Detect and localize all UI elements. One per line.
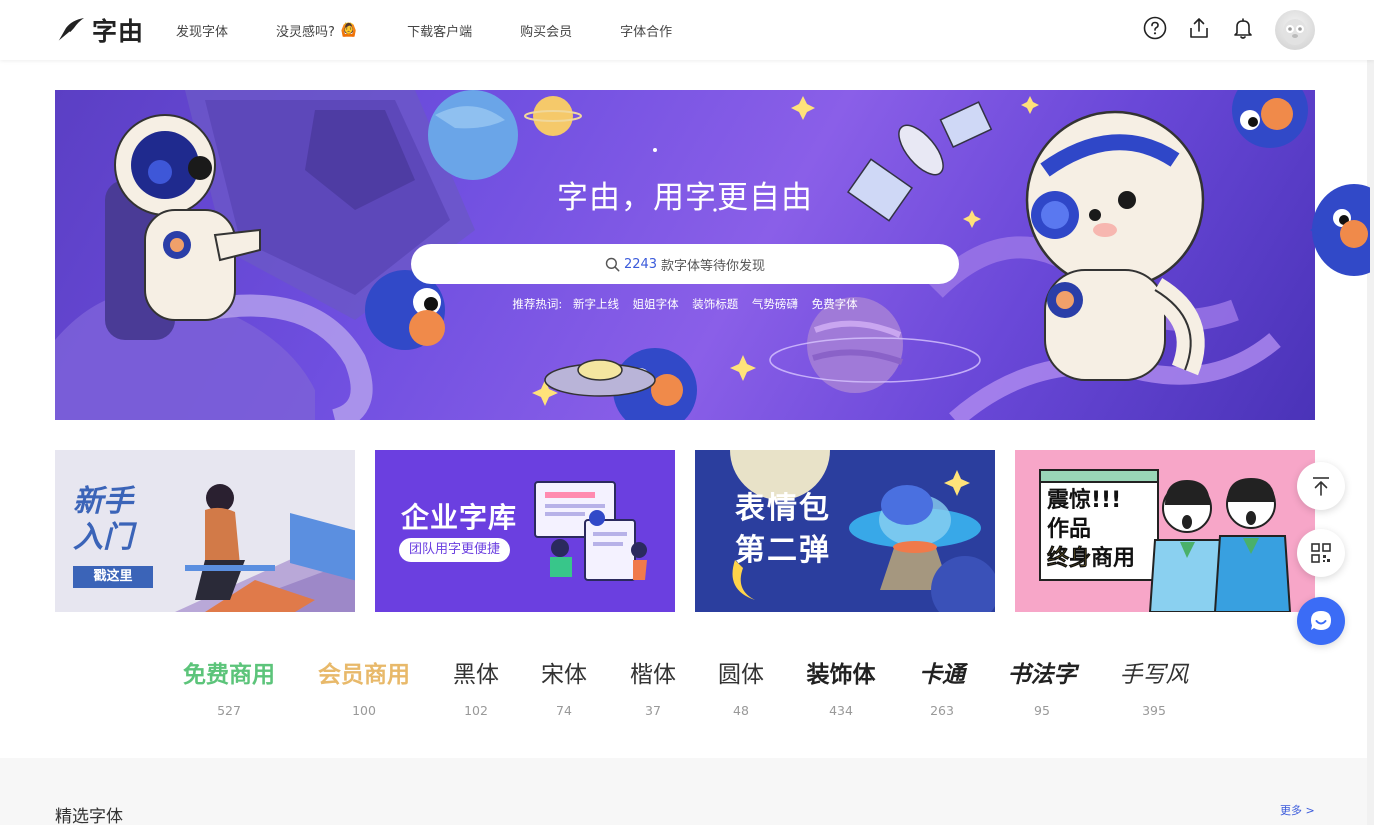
hero-banner: 字由，用字更自由 2243 款字体等待你发现 推荐热词: 新字上线 姐姐字体 装… bbox=[55, 90, 1315, 420]
search-icon bbox=[605, 257, 620, 271]
nav-font-cooperation[interactable]: 字体合作 bbox=[620, 21, 672, 40]
chat-icon bbox=[1311, 611, 1331, 630]
back-to-top-button[interactable] bbox=[1297, 462, 1345, 510]
category-name: 书法字 bbox=[1007, 661, 1077, 688]
back-to-top-icon bbox=[1313, 477, 1329, 496]
card-title-line: 入门 bbox=[73, 520, 133, 555]
category-yuanti[interactable]: 圆体 48 bbox=[711, 655, 771, 718]
avatar[interactable] bbox=[1275, 10, 1315, 50]
category-kaiti[interactable]: 楷体 37 bbox=[623, 655, 683, 718]
featured-fonts-section: 精选字体 更多 > bbox=[0, 758, 1367, 827]
category-count: 37 bbox=[645, 703, 661, 718]
nav-download-client[interactable]: 下载客户端 bbox=[407, 21, 472, 40]
category-name: 楷体 bbox=[630, 662, 676, 688]
hot-word[interactable]: 新字上线 bbox=[573, 297, 619, 311]
hot-words-label: 推荐热词: bbox=[512, 297, 563, 311]
category-name: 圆体 bbox=[718, 662, 764, 688]
category-songti[interactable]: 宋体 74 bbox=[534, 655, 594, 718]
hot-word[interactable]: 姐姐字体 bbox=[633, 297, 679, 311]
category-count: 102 bbox=[464, 703, 488, 718]
beginner-button[interactable]: 戳这里 bbox=[73, 566, 153, 588]
promo-card-enterprise[interactable]: 企业字库 团队用字更便捷 bbox=[375, 450, 675, 612]
category-calligraphy[interactable]: 书法字 95 bbox=[1001, 655, 1083, 718]
mascot-bird-icon bbox=[1310, 184, 1370, 276]
nav-inspiration[interactable]: 没灵感吗? 🙆 bbox=[276, 21, 357, 40]
highlight-text: 终身 bbox=[1047, 546, 1092, 572]
promo-card-emoji[interactable]: 表情包 第二弹 bbox=[695, 450, 995, 612]
category-name: 手写风 bbox=[1119, 662, 1189, 688]
person-gesture-icon: 🙆 bbox=[340, 22, 358, 38]
promo-cards: 新手 入门 戳这里 企业字库 团队用字更便捷 表情包 第二弹 震惊!!! 作品 … bbox=[55, 450, 1315, 612]
hot-word[interactable]: 装饰标题 bbox=[692, 297, 738, 311]
qrcode-icon bbox=[1311, 543, 1331, 563]
quill-icon bbox=[57, 18, 84, 43]
nav-buy-membership[interactable]: 购买会员 bbox=[520, 21, 572, 40]
more-link[interactable]: 更多 > bbox=[1280, 802, 1315, 818]
upload-icon[interactable] bbox=[1186, 15, 1212, 41]
main-nav: 发现字体 没灵感吗? 🙆 下载客户端 购买会员 字体合作 bbox=[176, 0, 720, 60]
category-name: 免费商用 bbox=[183, 662, 275, 688]
hero-title: 字由，用字更自由 bbox=[557, 180, 813, 216]
logo-text: 字由 bbox=[92, 17, 145, 46]
top-header: 字由 发现字体 没灵感吗? 🙆 下载客户端 购买会员 字体合作 bbox=[0, 0, 1374, 60]
category-name: 卡通 bbox=[919, 662, 965, 688]
bell-icon[interactable] bbox=[1230, 15, 1256, 41]
hot-word[interactable]: 免费字体 bbox=[812, 297, 858, 311]
card-title-line: 作品 bbox=[1047, 517, 1092, 542]
category-handwriting[interactable]: 手写风 395 bbox=[1113, 655, 1195, 718]
category-count: 95 bbox=[1034, 703, 1050, 718]
category-count: 434 bbox=[829, 703, 853, 718]
category-cartoon[interactable]: 卡通 263 bbox=[911, 655, 973, 718]
category-count: 263 bbox=[930, 703, 954, 718]
category-count: 74 bbox=[556, 703, 572, 718]
enterprise-subtitle: 团队用字更便捷 bbox=[399, 538, 511, 562]
chat-button[interactable] bbox=[1297, 597, 1345, 645]
logo[interactable]: 字由 bbox=[56, 12, 144, 48]
promo-card-commercial[interactable]: 震惊!!! 作品 终身商用 bbox=[1015, 450, 1315, 612]
card-title-line: 震惊!!! bbox=[1047, 488, 1122, 513]
category-decorative[interactable]: 装饰体 434 bbox=[799, 655, 883, 718]
nav-label: 购买会员 bbox=[520, 24, 573, 40]
card-title-line: 终身商用 bbox=[1047, 544, 1135, 573]
category-member-commercial[interactable]: 会员商用 100 bbox=[313, 655, 415, 718]
nav-label: 下载客户端 bbox=[407, 24, 473, 40]
category-count: 395 bbox=[1142, 703, 1166, 718]
nav-label: 字体合作 bbox=[620, 24, 673, 40]
section-title: 精选字体 bbox=[55, 807, 123, 827]
emoji-title: 表情包 第二弹 bbox=[735, 488, 831, 572]
category-name: 装饰体 bbox=[806, 662, 876, 688]
category-free-commercial[interactable]: 免费商用 527 bbox=[178, 655, 280, 718]
hot-word[interactable]: 气势磅礴 bbox=[752, 297, 798, 311]
search-placeholder: 款字体等待你发现 bbox=[661, 258, 766, 274]
font-search-input[interactable]: 2243 款字体等待你发现 bbox=[411, 244, 959, 284]
category-count: 48 bbox=[733, 703, 749, 718]
card-title-text: 商用 bbox=[1091, 546, 1136, 571]
help-icon[interactable] bbox=[1142, 15, 1168, 41]
card-title-line: 第二弹 bbox=[735, 533, 831, 568]
nav-label: 没灵感吗? bbox=[276, 24, 335, 40]
category-name: 黑体 bbox=[453, 662, 499, 688]
promo-card-beginner[interactable]: 新手 入门 戳这里 bbox=[55, 450, 355, 612]
category-count: 527 bbox=[217, 703, 241, 718]
qrcode-button[interactable] bbox=[1297, 529, 1345, 577]
font-count: 2243 bbox=[623, 256, 658, 272]
category-count: 100 bbox=[352, 703, 376, 718]
commercial-title: 震惊!!! 作品 终身商用 bbox=[1047, 486, 1135, 573]
font-categories: 免费商用 527 会员商用 100 黑体 102 宋体 74 楷体 37 圆体 … bbox=[0, 655, 1374, 725]
nav-discover-fonts[interactable]: 发现字体 bbox=[176, 21, 228, 40]
category-heiti[interactable]: 黑体 102 bbox=[446, 655, 506, 718]
card-title-line: 新手 bbox=[73, 484, 133, 519]
card-title-line: 表情包 bbox=[735, 491, 831, 526]
beginner-title: 新手 入门 bbox=[73, 484, 133, 556]
nav-label: 发现字体 bbox=[176, 24, 229, 40]
category-name: 宋体 bbox=[541, 662, 587, 688]
category-name: 会员商用 bbox=[318, 662, 410, 688]
hot-words: 推荐热词: 新字上线 姐姐字体 装饰标题 气势磅礴 免费字体 bbox=[55, 296, 1315, 312]
enterprise-title: 企业字库 bbox=[401, 501, 518, 534]
user-avatar-icon bbox=[1283, 19, 1307, 45]
